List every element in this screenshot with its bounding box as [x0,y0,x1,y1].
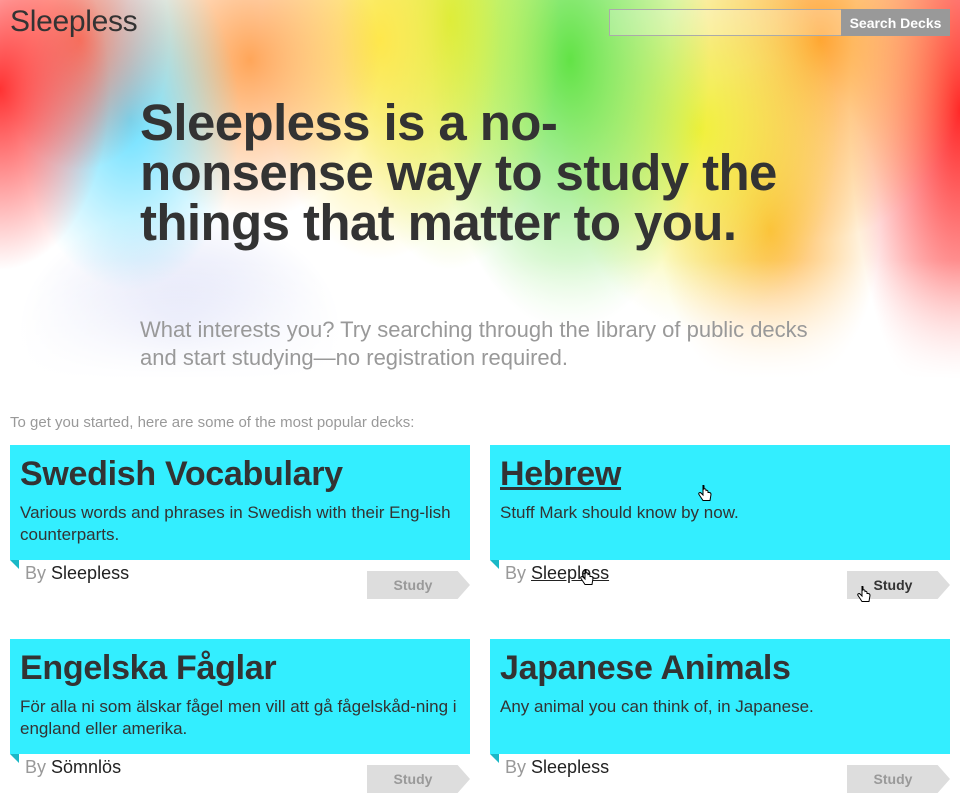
deck-title[interactable]: Swedish Vocabulary [20,454,460,494]
author-link[interactable]: Sleepless [531,563,609,583]
author-link[interactable]: Sleepless [531,757,609,777]
study-button[interactable]: Study [367,571,470,599]
deck-description: Any animal you can think of, in Japanese… [500,697,814,716]
card-fold-corner [490,754,499,763]
deck-card-swedish-vocabulary: Swedish Vocabulary Various words and phr… [10,445,470,605]
deck-card-body: Engelska Fåglar För alla ni som älskar f… [10,639,470,754]
by-label: By [25,757,47,777]
study-button[interactable]: Study [367,765,470,793]
deck-description: För alla ni som älskar fågel men vill at… [20,697,457,738]
study-button[interactable]: Study [847,765,950,793]
deck-card-japanese-animals: Japanese Animals Any animal you can thin… [490,639,950,799]
deck-description: Stuff Mark should know by now. [500,503,739,522]
card-fold-corner [490,560,499,569]
deck-author: By Sömnlös [25,757,121,778]
hand-cursor-icon [698,485,712,501]
hero-subline: What interests you? Try searching throug… [140,317,808,370]
search-decks-button[interactable]: Search Decks [841,9,950,36]
app-logo[interactable]: Sleepless [10,5,138,39]
deck-title[interactable]: Hebrew [500,454,940,494]
deck-card-engelska-faglar: Engelska Fåglar För alla ni som älskar f… [10,639,470,799]
search-input[interactable] [609,9,841,36]
hand-cursor-icon [857,586,871,602]
by-label: By [25,563,47,583]
author-link[interactable]: Sleepless [51,563,129,583]
deck-author: By Sleepless [25,563,129,584]
author-link[interactable]: Sömnlös [51,757,121,777]
hand-cursor-icon [580,569,594,585]
deck-card-body: Hebrew Stuff Mark should know by now. [490,445,950,560]
card-fold-corner [10,754,19,763]
deck-author: By Sleepless [505,757,609,778]
deck-card-body: Swedish Vocabulary Various words and phr… [10,445,470,560]
deck-description: Various words and phrases in Swedish wit… [20,503,451,544]
by-label: By [505,563,527,583]
hero-headline: Sleepless is a no-nonsense way to study … [140,94,777,251]
deck-card-body: Japanese Animals Any animal you can thin… [490,639,950,754]
search-bar: Search Decks [609,9,950,36]
by-label: By [505,757,527,777]
decks-intro: To get you started, here are some of the… [10,414,415,431]
deck-title[interactable]: Engelska Fåglar [20,648,460,688]
card-fold-corner [10,560,19,569]
deck-card-hebrew: Hebrew Stuff Mark should know by now. By… [490,445,950,605]
deck-title[interactable]: Japanese Animals [500,648,940,688]
